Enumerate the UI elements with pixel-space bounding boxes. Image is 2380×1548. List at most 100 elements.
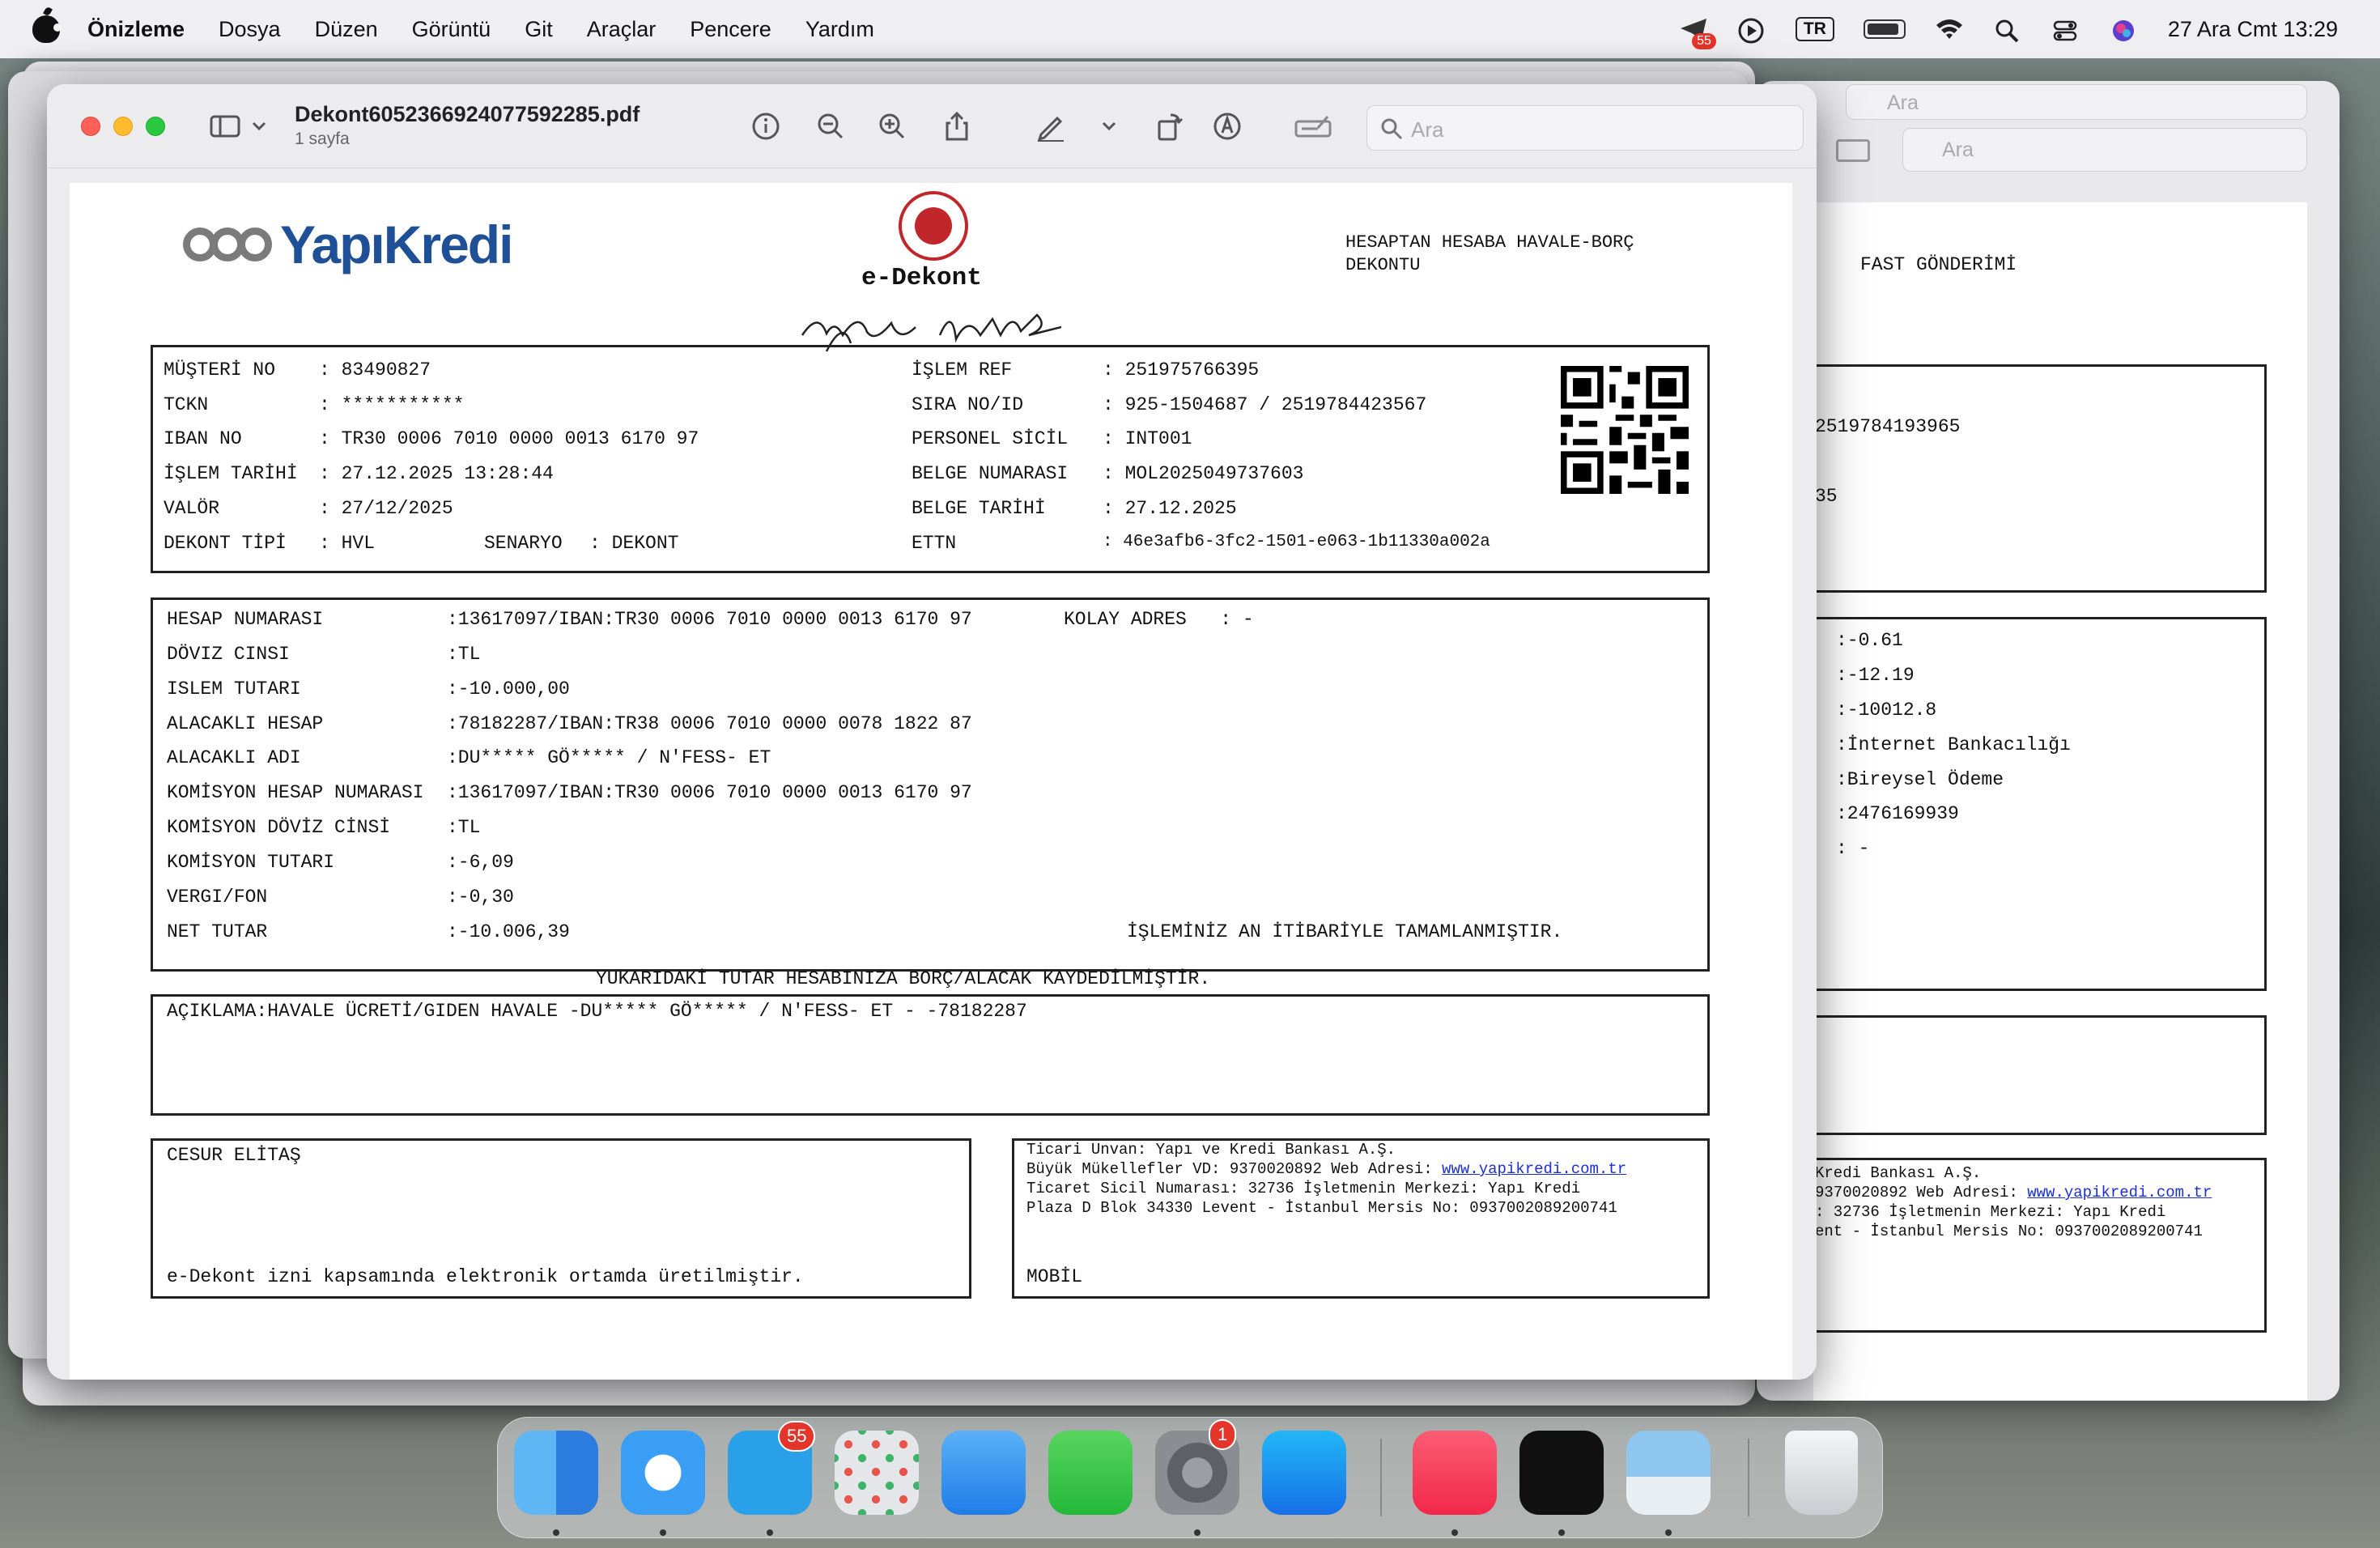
chevron-down-icon[interactable] xyxy=(249,110,269,142)
search-input[interactable]: Ara xyxy=(1366,105,1804,151)
screenshot-app-icon[interactable] xyxy=(1519,1431,1604,1515)
close-window-button[interactable] xyxy=(81,117,100,136)
zoom-in-icon[interactable] xyxy=(876,110,908,142)
detail-value: :-10.000,00 xyxy=(447,678,570,700)
window-toolbar: Dekont6052366924077592285.pdf 1 sayfa Ar… xyxy=(47,84,1817,168)
music-app-icon[interactable] xyxy=(1413,1431,1497,1515)
telegram-status-icon[interactable]: 55 xyxy=(1679,17,1716,49)
background-page: FAST GÖNDERİMİ 2519784193965 35 :-0.61 :… xyxy=(1797,202,2307,1401)
trash-icon[interactable] xyxy=(1785,1431,1858,1515)
bg-value: :Bireysel Ödeme xyxy=(1836,769,2004,790)
header-field-value: : TR30 0006 7010 0000 0013 6170 97 xyxy=(319,428,699,449)
detail-value: :13617097/IBAN:TR30 0006 7010 0000 0013 … xyxy=(447,782,972,803)
info-icon[interactable] xyxy=(750,110,782,142)
search-icon xyxy=(1379,117,1404,141)
detail-value: :TL xyxy=(447,644,481,665)
header-field-value: : 27.12.2025 xyxy=(1103,498,1237,519)
detail-value: :-10.006,39 xyxy=(447,921,570,942)
battery-icon[interactable] xyxy=(1863,19,1906,39)
header-field-value: : 925-1504687 / 2519784423567 xyxy=(1103,394,1427,415)
zoom-out-icon[interactable] xyxy=(814,110,847,142)
markup-icon[interactable] xyxy=(1836,139,1870,162)
dock: 55 1 xyxy=(497,1417,1883,1538)
header-field-label: VALÖR xyxy=(164,498,220,519)
app-store-app-icon[interactable] xyxy=(1262,1431,1346,1515)
background-search-input[interactable]: Ara xyxy=(1902,128,2307,172)
detail-value: :13617097/IBAN:TR30 0006 7010 0000 0013 … xyxy=(447,609,972,630)
background-preview-window[interactable]: Ara Ara FAST GÖNDERİMİ 2519784193965 35 … xyxy=(1757,81,2340,1401)
bg-doc-title: FAST GÖNDERİMİ xyxy=(1860,254,2017,275)
play-status-icon[interactable] xyxy=(1737,17,1766,44)
running-indicator xyxy=(767,1529,773,1536)
kolay-adres: KOLAY ADRES : - xyxy=(1064,609,1254,630)
apple-menu-icon[interactable] xyxy=(32,15,62,43)
facetime-app-icon[interactable] xyxy=(1048,1431,1133,1515)
bank-info-line: Büyük Mükellefler VD: 9370020892 Web Adr… xyxy=(1026,1160,1627,1178)
chevron-down-icon[interactable] xyxy=(1099,110,1119,142)
markup-pen-icon[interactable] xyxy=(1035,110,1067,142)
bg-header-box xyxy=(1797,364,2267,593)
menu-duzen[interactable]: Düzen xyxy=(315,17,378,42)
control-center-icon[interactable] xyxy=(2051,17,2080,41)
header-field-label: İŞLEM TARİHİ xyxy=(164,463,298,484)
menu-app-name[interactable]: Önizleme xyxy=(87,17,185,42)
wifi-icon[interactable] xyxy=(1935,17,1964,41)
menu-yardim[interactable]: Yardım xyxy=(805,17,874,42)
signer-name: CESUR ELİTAŞ xyxy=(167,1145,301,1166)
input-source-indicator[interactable]: TR xyxy=(1795,17,1834,41)
mail-app-icon[interactable] xyxy=(941,1431,1026,1515)
detail-value: :DU***** GÖ***** / N'FESS- ET xyxy=(447,747,771,768)
header-field-label: TCKN xyxy=(164,394,209,415)
e-dekont-label: e-Dekont xyxy=(861,264,982,292)
minimize-window-button[interactable] xyxy=(113,117,133,136)
safari-app-icon[interactable] xyxy=(621,1431,705,1515)
running-indicator xyxy=(1194,1529,1201,1536)
detail-value: :78182287/IBAN:TR38 0006 7010 0000 0078 … xyxy=(447,713,972,734)
highlight-icon[interactable] xyxy=(1211,110,1243,142)
header-field-label: PERSONEL SİCİL xyxy=(912,428,1069,449)
form-fill-icon[interactable] xyxy=(1294,110,1332,142)
bg-website-link[interactable]: www.yapikredi.com.tr xyxy=(2027,1184,2212,1201)
telegram-badge: 55 xyxy=(778,1421,816,1452)
menu-araclar[interactable]: Araçlar xyxy=(587,17,657,42)
rotate-icon[interactable] xyxy=(1153,110,1185,142)
running-indicator xyxy=(1665,1529,1672,1536)
background-top-search-input[interactable]: Ara xyxy=(1846,84,2307,120)
menubar-clock[interactable]: 27 Ara Cmt 13:29 xyxy=(2168,17,2338,42)
header-field-label: IBAN NO xyxy=(164,428,242,449)
detail-label: KOMİSYON DÖVİZ CİNSİ xyxy=(167,817,391,838)
menu-git[interactable]: Git xyxy=(525,17,553,42)
bg-ref: 2519784193965 xyxy=(1815,416,1961,437)
detail-label: KOMİSYON HESAP NUMARASI xyxy=(167,782,424,803)
header-field-label: İŞLEM REF xyxy=(912,359,1013,381)
running-indicator xyxy=(1558,1529,1565,1536)
menu-goruntu[interactable]: Görüntü xyxy=(412,17,491,42)
pdf-page: YapıKredi e-Dekont HESAPTAN HESABA HAVAL… xyxy=(70,183,1792,1380)
document-title: Dekont6052366924077592285.pdf xyxy=(295,102,640,126)
booking-note: YUKARIDAKİ TUTAR HESABINIZA BORÇ/ALACAK … xyxy=(596,968,1211,989)
bank-website-link[interactable]: www.yapikredi.com.tr xyxy=(1442,1160,1626,1178)
bank-info-line: Plaza D Blok 34330 Levent - İstanbul Mer… xyxy=(1026,1199,1617,1217)
preview-window[interactable]: Dekont6052366924077592285.pdf 1 sayfa Ar… xyxy=(47,84,1817,1380)
detail-label: DÖVIZ CINSI xyxy=(167,644,290,665)
finder-app-icon[interactable] xyxy=(514,1431,598,1515)
preview-app-icon[interactable] xyxy=(1626,1431,1711,1515)
menu-bar: Önizleme Dosya Düzen Görüntü Git Araçlar… xyxy=(0,0,2380,58)
siri-icon[interactable] xyxy=(2110,17,2139,41)
launchpad-app-icon[interactable] xyxy=(835,1431,919,1515)
senaryo-label: SENARYO xyxy=(484,533,563,554)
zoom-window-button[interactable] xyxy=(146,117,165,136)
menu-pencere[interactable]: Pencere xyxy=(690,17,771,42)
share-icon[interactable] xyxy=(941,110,973,142)
spotlight-search-icon[interactable] xyxy=(1993,17,2022,43)
header-field-value: : HVL xyxy=(319,533,376,554)
bg-footer-line: Kredi Bankası A.Ş. xyxy=(1815,1164,1982,1182)
yapikredi-logo: YapıKredi xyxy=(183,214,513,275)
description-text: AÇIKLAMA:HAVALE ÜCRETİ/GIDEN HAVALE -DU*… xyxy=(167,1001,1027,1022)
bg-partial: 35 xyxy=(1815,486,1838,507)
sidebar-toggle-icon[interactable] xyxy=(209,110,241,142)
qr-code-image xyxy=(1561,366,1689,494)
detail-label: ALACAKLI HESAP xyxy=(167,713,324,734)
bg-value: :-12.19 xyxy=(1836,665,1915,686)
menu-dosya[interactable]: Dosya xyxy=(219,17,281,42)
